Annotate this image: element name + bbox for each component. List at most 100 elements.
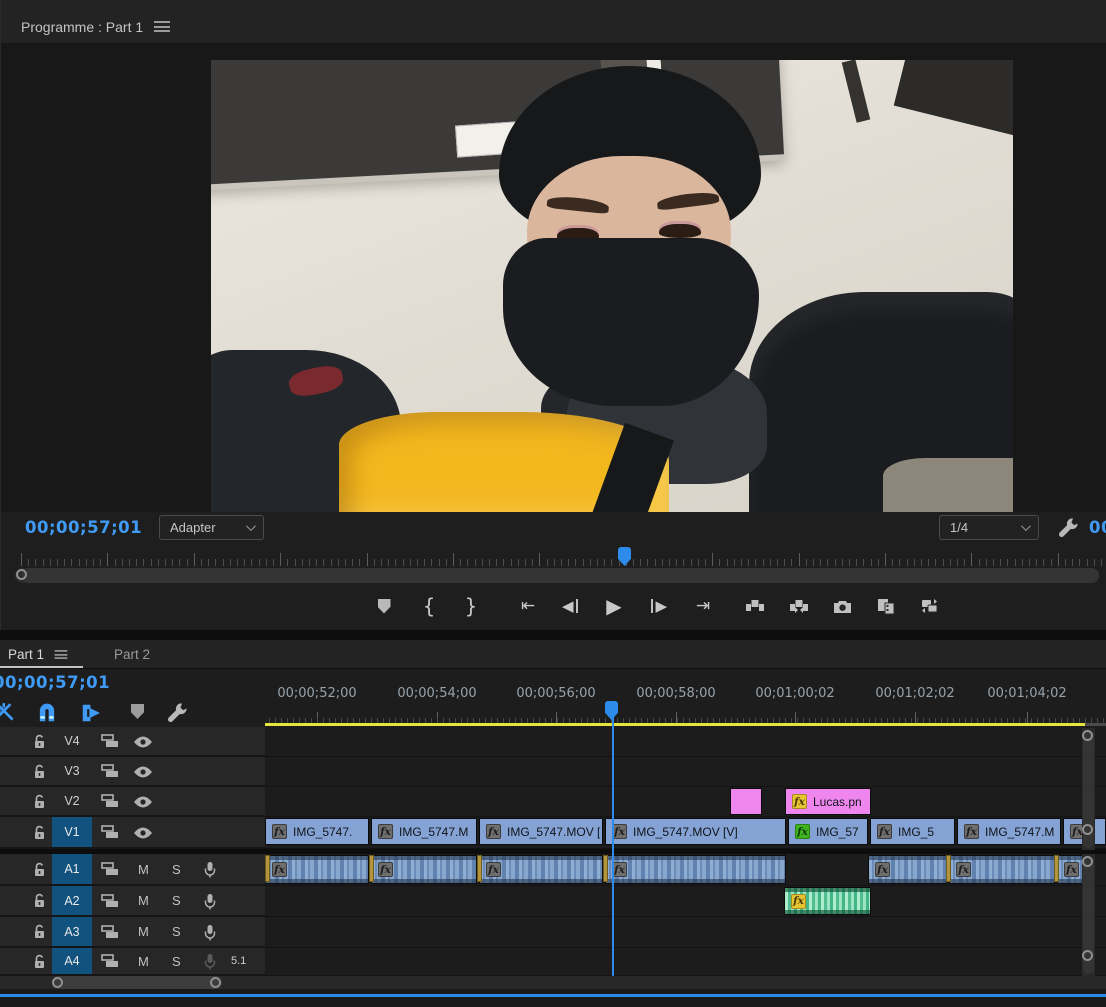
- monitor-zoom-scrollbar[interactable]: [15, 568, 1099, 583]
- timeline-clip[interactable]: fx: [868, 855, 947, 884]
- linked-selection-icon[interactable]: [0, 702, 17, 724]
- toggle-track-output-eye-icon[interactable]: [133, 765, 153, 777]
- settings-wrench-icon[interactable]: [1057, 517, 1079, 539]
- voiceover-mic-icon[interactable]: [203, 953, 217, 969]
- add-marker-icon[interactable]: [131, 704, 153, 726]
- toggle-track-output-eye-icon[interactable]: [133, 826, 153, 838]
- voiceover-mic-icon[interactable]: [203, 861, 217, 877]
- timeline-settings-wrench-icon[interactable]: [166, 702, 188, 724]
- zoom-level-select[interactable]: Adapter: [159, 515, 264, 540]
- timeline-clip[interactable]: [730, 788, 762, 815]
- mute-button[interactable]: M: [138, 924, 149, 939]
- timeline-clip[interactable]: fx: [784, 887, 871, 915]
- timeline-clip[interactable]: fx: [371, 855, 477, 884]
- timeline-horizontal-scrollbar[interactable]: [0, 976, 1106, 989]
- track-content[interactable]: [265, 917, 1106, 948]
- solo-button[interactable]: S: [172, 924, 181, 939]
- lift-button[interactable]: [740, 588, 770, 624]
- track-lock-icon[interactable]: [33, 794, 46, 809]
- monitor-timecode[interactable]: 00;00;57;01: [25, 518, 142, 537]
- track-target-toggle[interactable]: A2: [52, 886, 92, 915]
- panel-menu-icon[interactable]: [55, 650, 68, 659]
- track-target-toggle[interactable]: V3: [52, 757, 92, 785]
- audio-crossfade[interactable]: [369, 855, 374, 882]
- source-patch-icon[interactable]: [101, 764, 119, 778]
- zoom-handle-right[interactable]: [210, 977, 221, 988]
- export-frame-button[interactable]: [827, 588, 857, 624]
- timeline-clip[interactable]: fx: [265, 855, 369, 884]
- timeline-clip[interactable]: fx: [605, 855, 786, 884]
- playback-resolution-select[interactable]: 1/4: [939, 515, 1039, 540]
- solo-button[interactable]: S: [172, 862, 181, 877]
- scroll-handle[interactable]: [1082, 950, 1093, 961]
- track-content[interactable]: [265, 948, 1106, 976]
- track-lock-icon[interactable]: [33, 862, 46, 877]
- source-patch-icon[interactable]: [101, 825, 119, 839]
- add-marker-button[interactable]: [369, 588, 399, 624]
- timeline-clip[interactable]: fxIMG_5747.MOV [: [479, 818, 603, 845]
- playhead-line[interactable]: [612, 715, 614, 976]
- timeline-ruler[interactable]: 00;00;52;0000;00;54;0000;00;56;0000;00;5…: [265, 672, 1106, 727]
- scroll-handle[interactable]: [1082, 730, 1093, 741]
- scroll-handle[interactable]: [1082, 824, 1093, 835]
- track-target-toggle[interactable]: V2: [52, 787, 92, 815]
- extract-button[interactable]: [784, 588, 814, 624]
- step-forward-button[interactable]: ▶: [644, 588, 674, 624]
- panel-divider[interactable]: [0, 630, 1106, 640]
- track-lock-icon[interactable]: [33, 924, 46, 939]
- source-patch-icon[interactable]: [101, 794, 119, 808]
- panel-menu-icon[interactable]: [154, 21, 170, 32]
- timeline-clip[interactable]: fxIMG_57: [788, 818, 868, 845]
- comparison-view-button[interactable]: [871, 588, 901, 624]
- timeline-clip[interactable]: fxIMG_5747.M: [957, 818, 1061, 845]
- track-target-toggle[interactable]: A3: [52, 917, 92, 946]
- timeline-clip[interactable]: fx: [479, 855, 603, 884]
- audio-crossfade[interactable]: [1054, 855, 1059, 882]
- source-patch-icon[interactable]: [101, 862, 119, 876]
- timeline-clip[interactable]: fxIMG_5747.: [265, 818, 369, 845]
- zoom-handle-left[interactable]: [52, 977, 63, 988]
- track-content[interactable]: [265, 727, 1106, 757]
- track-content[interactable]: fxfxfxfxfxfxfx: [265, 854, 1106, 886]
- track-target-toggle[interactable]: A4: [52, 948, 92, 974]
- go-to-in-button[interactable]: ⇤: [513, 588, 543, 624]
- track-lock-icon[interactable]: [33, 893, 46, 908]
- mark-in-button[interactable]: {: [414, 588, 444, 624]
- voiceover-mic-icon[interactable]: [203, 924, 217, 940]
- insert-overwrite-nest-icon[interactable]: [80, 702, 102, 724]
- go-to-out-button[interactable]: ⇥: [688, 588, 718, 624]
- mute-button[interactable]: M: [138, 954, 149, 969]
- audio-crossfade[interactable]: [477, 855, 482, 882]
- audio-crossfade[interactable]: [603, 855, 608, 882]
- scroll-handle[interactable]: [1082, 856, 1093, 867]
- source-patch-icon[interactable]: [101, 894, 119, 908]
- tab-part-2[interactable]: Part 2: [114, 640, 150, 668]
- track-content[interactable]: fx: [265, 886, 1106, 917]
- timeline-vertical-scrollbar[interactable]: [1082, 728, 1095, 850]
- audio-crossfade[interactable]: [946, 855, 951, 882]
- snap-magnet-icon[interactable]: [36, 702, 58, 724]
- source-patch-icon[interactable]: [101, 734, 119, 748]
- zoom-handle-left[interactable]: [16, 569, 27, 580]
- toggle-track-output-eye-icon[interactable]: [133, 735, 153, 747]
- play-button[interactable]: ▶: [599, 588, 629, 624]
- solo-button[interactable]: S: [172, 954, 181, 969]
- track-content[interactable]: fxIMG_5747.fxIMG_5747.MfxIMG_5747.MOV [f…: [265, 817, 1106, 849]
- track-lock-icon[interactable]: [33, 825, 46, 840]
- timeline-clip[interactable]: fxIMG_5747.M: [371, 818, 477, 845]
- timeline-timecode[interactable]: 00;00;57;01: [0, 673, 110, 692]
- timeline-vertical-scrollbar[interactable]: [1082, 854, 1095, 976]
- toggle-track-output-eye-icon[interactable]: [133, 795, 153, 807]
- source-patch-icon[interactable]: [101, 925, 119, 939]
- track-content[interactable]: [265, 757, 1106, 787]
- step-back-button[interactable]: ◀: [555, 588, 585, 624]
- timeline-clip[interactable]: fxIMG_5747.MOV [V]: [605, 818, 786, 845]
- timeline-clip[interactable]: fxLucas.pn: [785, 788, 871, 815]
- audio-crossfade[interactable]: [265, 855, 270, 882]
- track-target-toggle[interactable]: V4: [52, 727, 92, 755]
- monitor-playhead[interactable]: [618, 547, 631, 566]
- mute-button[interactable]: M: [138, 893, 149, 908]
- mark-out-button[interactable]: }: [456, 588, 486, 624]
- button-editor-button[interactable]: [914, 588, 944, 624]
- solo-button[interactable]: S: [172, 893, 181, 908]
